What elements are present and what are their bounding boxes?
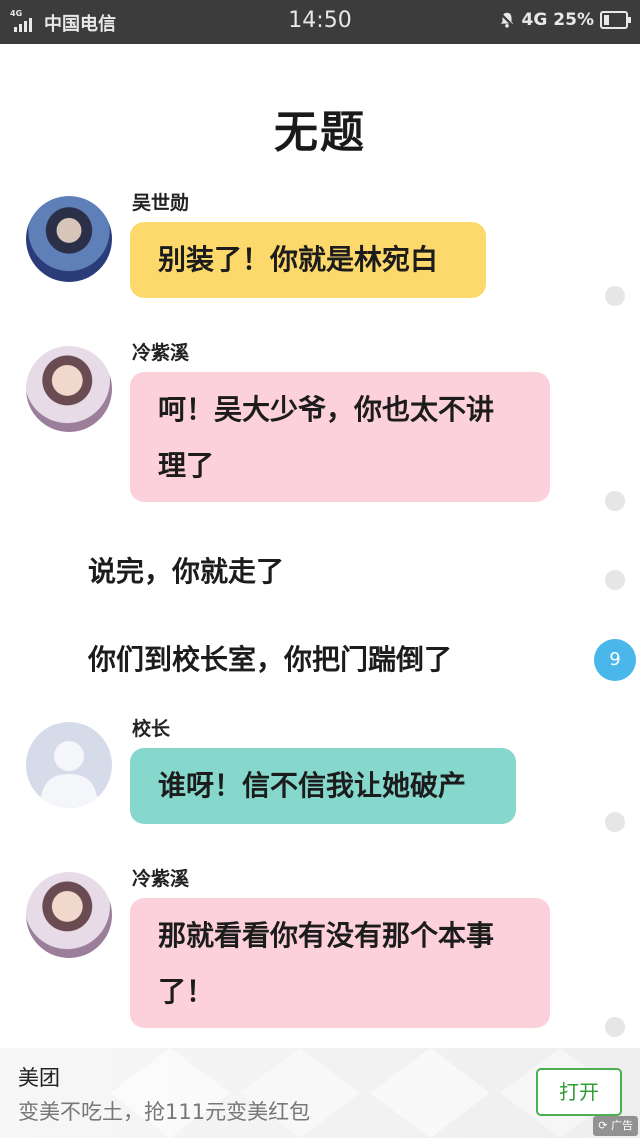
battery-icon [600,11,631,29]
message-bubble[interactable]: 呵！吴大少爷，你也太不讲 理了 [130,372,550,502]
message-text-line: 理了 [158,449,215,482]
sender-name: 冷紫溪 [132,868,190,890]
ad-slogan: 变美不吃土，抢111元变美红包 [18,1100,311,1124]
comment-dot[interactable] [605,812,625,832]
comment-dot[interactable] [605,570,625,590]
message-text: 别装了！你就是林宛白 [158,243,439,276]
message-text-line: 那就看看你有没有那个本事 [158,919,495,952]
narration-text: 说完，你就走了 [88,555,285,588]
ad-label: ⟳ 广告 [593,1116,638,1136]
message-bubble[interactable]: 谁呀！信不信我让她破产 [130,748,516,824]
network-type: 4G [521,10,548,30]
status-bar: 4G 中国电信 14:50 4G 25% [0,0,640,44]
message-bubble[interactable]: 别装了！你就是林宛白 [130,222,486,298]
narration-text: 你们到校长室，你把门踹倒了 [88,643,453,676]
page-title: 无题 [274,107,366,158]
avatar-principal[interactable] [26,722,112,808]
comment-dot[interactable] [605,1017,625,1037]
ad-advertiser: 美团 [18,1066,60,1090]
ad-banner[interactable]: 美团 变美不吃土，抢111元变美红包 打开 ⟳ 广告 [0,1048,640,1138]
message-text-line: 了！ [158,975,215,1008]
default-avatar-icon [40,741,98,808]
sender-name: 吴世勋 [132,192,190,214]
avatar-wu-shixun[interactable] [26,196,112,282]
sender-name: 校长 [132,718,171,740]
avatar-leng-zixi[interactable] [26,872,112,958]
battery-percent: 25% [553,10,594,30]
comment-dot[interactable] [605,491,625,511]
ad-open-button[interactable]: 打开 [536,1068,622,1116]
comment-dot[interactable] [605,286,625,306]
message-bubble[interactable]: 那就看看你有没有那个本事 了！ [130,898,550,1028]
status-right: 4G 25% [498,10,631,30]
avatar-leng-zixi[interactable] [26,346,112,432]
message-text-line: 呵！吴大少爷，你也太不讲 [158,393,495,426]
message-text: 谁呀！信不信我让她破产 [158,769,467,802]
ad-label-text: 广告 [611,1119,633,1132]
sender-name: 冷紫溪 [132,342,190,364]
comment-count-badge[interactable]: 9 [594,639,636,681]
bell-muted-icon [499,12,514,28]
